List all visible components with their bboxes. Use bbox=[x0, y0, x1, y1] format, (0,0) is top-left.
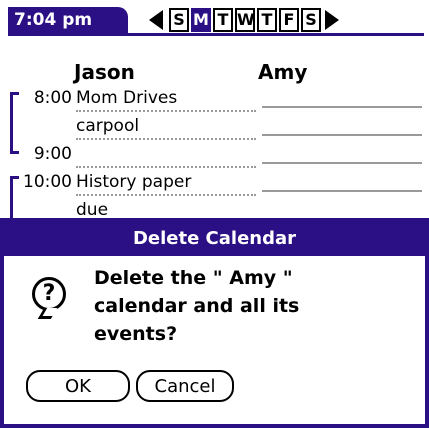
day-thursday[interactable]: T bbox=[257, 8, 277, 32]
ok-button[interactable]: OK bbox=[26, 370, 130, 402]
header-bar: 7:04 pm S M T W T F S bbox=[0, 0, 429, 38]
dialog-message-line: Delete the " Amy " bbox=[94, 267, 293, 289]
time-row-8-cont[interactable]: carpool bbox=[0, 116, 429, 144]
time-label: 10:00 bbox=[23, 172, 72, 192]
question-icon: ? bbox=[32, 277, 66, 311]
slot-amy[interactable] bbox=[262, 162, 422, 164]
event-jason[interactable] bbox=[76, 144, 256, 168]
slot-amy[interactable] bbox=[262, 190, 422, 192]
slot-amy[interactable] bbox=[262, 106, 422, 108]
event-jason-cont[interactable]: carpool bbox=[76, 116, 256, 140]
dialog-message: Delete the " Amy " calendar and all its … bbox=[94, 264, 414, 348]
time-label: 8:00 bbox=[33, 88, 72, 108]
next-week-icon[interactable] bbox=[321, 7, 341, 33]
slot-amy[interactable] bbox=[262, 134, 422, 136]
day-tuesday[interactable]: T bbox=[213, 8, 233, 32]
day-friday[interactable]: F bbox=[279, 8, 299, 32]
column-header-amy: Amy bbox=[258, 60, 308, 84]
dialog-message-line: events? bbox=[94, 323, 178, 345]
time-row-9[interactable]: 9:00 bbox=[0, 144, 429, 172]
clock-time[interactable]: 7:04 pm bbox=[8, 7, 128, 33]
column-header-jason: Jason bbox=[74, 60, 135, 84]
cancel-button[interactable]: Cancel bbox=[136, 370, 234, 402]
delete-calendar-dialog: Delete Calendar ? Delete the " Amy " cal… bbox=[0, 218, 429, 428]
calendar-screen: 7:04 pm S M T W T F S Jason Amy 8:00 Mom… bbox=[0, 0, 429, 430]
event-jason[interactable]: Mom Drives bbox=[76, 88, 256, 112]
event-jason[interactable]: History paper bbox=[76, 172, 256, 196]
dialog-message-line: calendar and all its bbox=[94, 295, 300, 317]
dialog-title: Delete Calendar bbox=[4, 222, 425, 256]
time-row-8[interactable]: 8:00 Mom Drives bbox=[0, 88, 429, 116]
day-monday[interactable]: M bbox=[191, 8, 211, 32]
time-row-10[interactable]: 10:00 History paper bbox=[0, 172, 429, 200]
week-selector: S M T W T F S bbox=[147, 7, 341, 33]
day-wednesday[interactable]: W bbox=[235, 8, 255, 32]
day-sunday[interactable]: S bbox=[169, 8, 189, 32]
time-label: 9:00 bbox=[33, 144, 72, 164]
header-divider bbox=[8, 33, 424, 36]
day-saturday[interactable]: S bbox=[301, 8, 321, 32]
previous-week-icon[interactable] bbox=[147, 7, 167, 33]
